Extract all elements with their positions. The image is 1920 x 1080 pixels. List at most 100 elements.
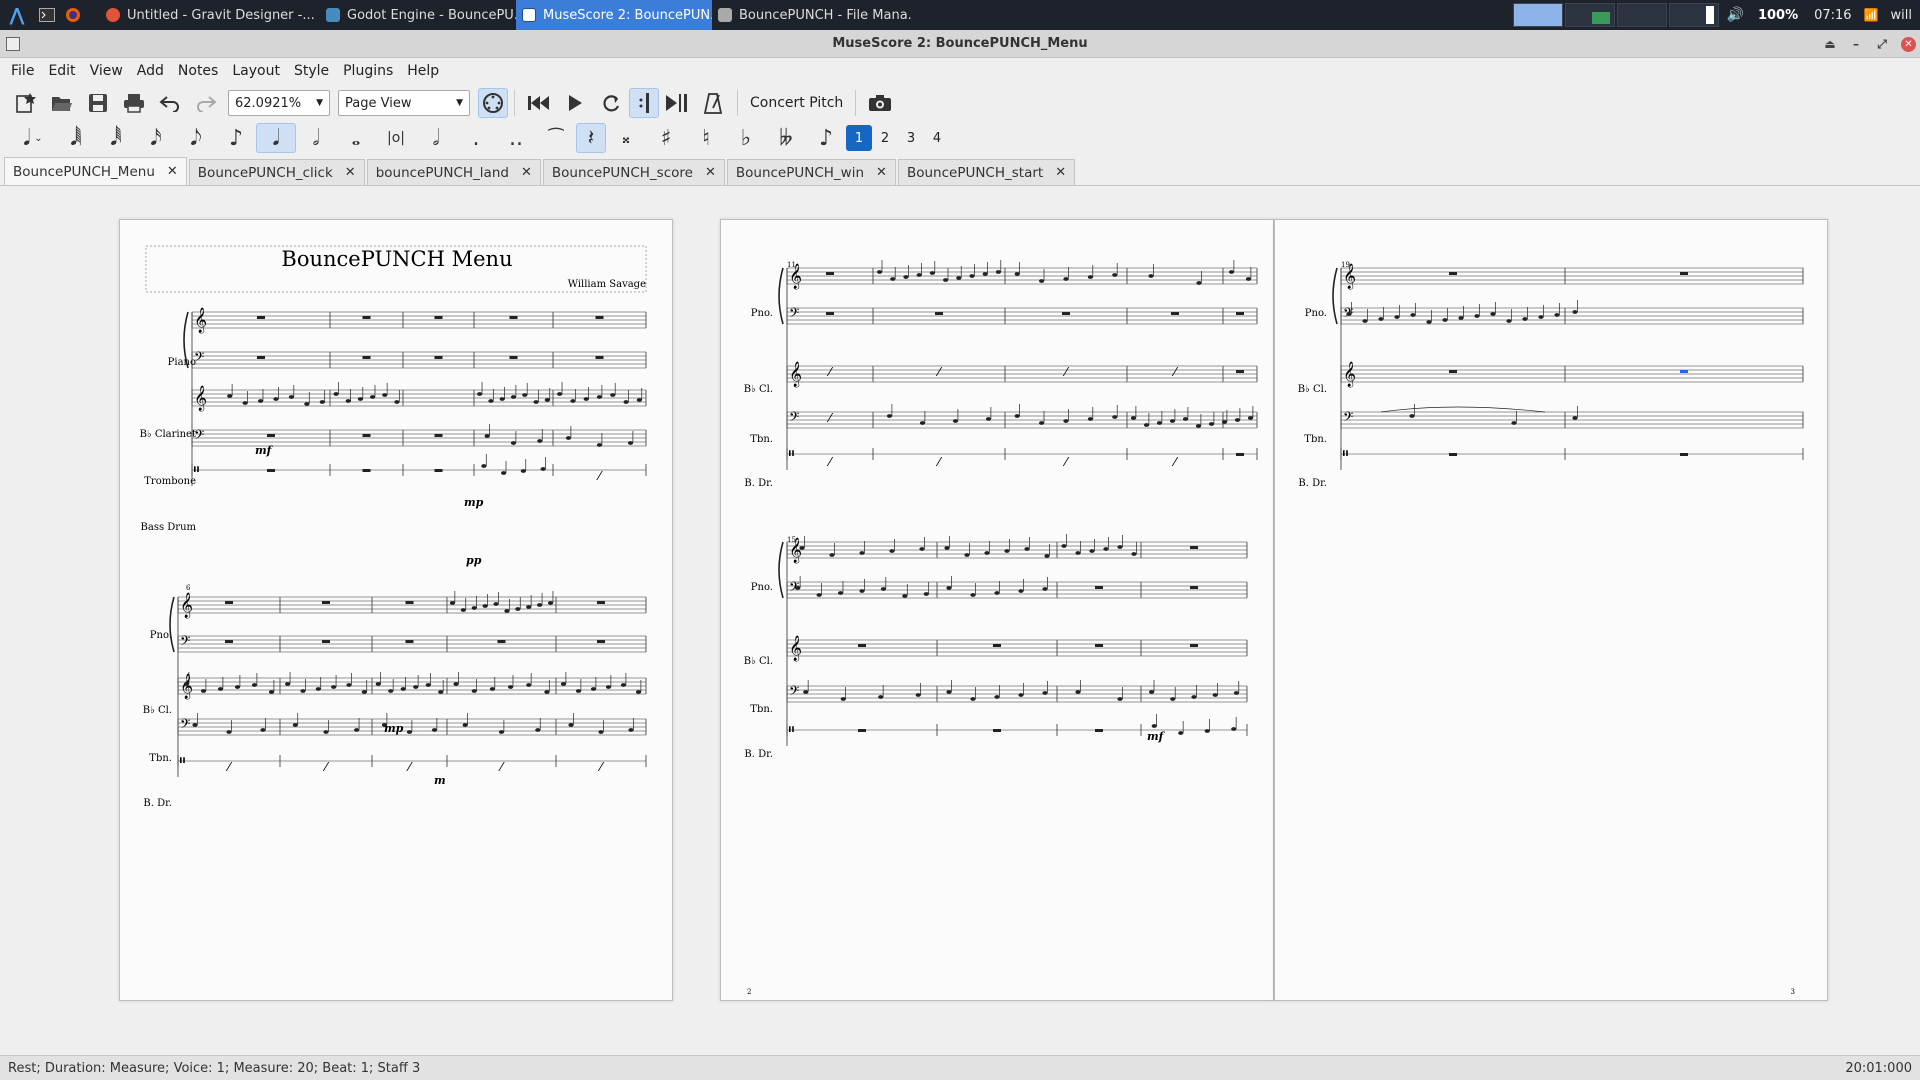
volume-icon[interactable]: 🔊 — [1721, 7, 1750, 23]
camera-icon[interactable] — [862, 88, 898, 118]
maximize-icon[interactable]: ⤢ — [1869, 37, 1895, 52]
metronome-icon[interactable] — [695, 88, 731, 118]
whole-rest — [1062, 312, 1070, 315]
percussion-clef: 𝄥 — [180, 751, 185, 770]
sharp-icon[interactable]: ♯ — [646, 123, 686, 153]
tab-bouncepunch-win[interactable]: BouncePUNCH_win ✕ — [726, 159, 896, 185]
window-title: MuseScore 2: BouncePUNCH_Menu — [832, 36, 1088, 51]
flat-icon[interactable]: ♭ — [726, 123, 766, 153]
midi-input-icon[interactable] — [478, 88, 508, 118]
flip-direction-icon[interactable]: ♪ — [806, 123, 846, 153]
loop-icon[interactable] — [593, 88, 629, 118]
duration-breve-icon[interactable]: |o| — [376, 123, 416, 153]
app-launcher-icon[interactable]: ⋀ — [0, 0, 34, 30]
menu-help[interactable]: Help — [400, 63, 446, 79]
task-gravit[interactable]: Untitled - Gravit Designer -... — [100, 0, 320, 30]
score-page-3[interactable]: 19 Pno. B♭ Cl. Tbn. B. Dr. 𝄞𝄢𝄞𝄢𝄥 3 — [1274, 219, 1828, 1001]
rest-icon[interactable]: 𝄽 — [576, 123, 606, 153]
redo-icon[interactable] — [188, 88, 224, 118]
loop-in-icon[interactable] — [629, 88, 659, 118]
tab-bouncepunch-start[interactable]: BouncePUNCH_start ✕ — [897, 159, 1076, 185]
rewind-icon[interactable] — [521, 88, 557, 118]
score-page-1[interactable]: BouncePUNCH Menu William Savage Piano B♭… — [119, 219, 673, 1001]
tab-bouncepunch-click[interactable]: BouncePUNCH_click ✕ — [188, 159, 365, 185]
task-godot[interactable]: Godot Engine - BouncePU... — [320, 0, 516, 30]
firefox-icon[interactable] — [60, 0, 86, 30]
voice-1-button[interactable]: 1 — [846, 125, 872, 151]
note-input-mode-icon[interactable]: 𝅘𝅥 ⌄ — [10, 123, 56, 153]
view-mode-select[interactable]: Page View ▼ — [338, 90, 470, 116]
double-dot-icon[interactable]: .. — [496, 123, 536, 153]
zoom-select[interactable]: 62.0921% ▼ — [228, 90, 330, 116]
menu-add[interactable]: Add — [130, 63, 171, 79]
menu-notes[interactable]: Notes — [171, 63, 225, 79]
voice-3-button[interactable]: 3 — [898, 125, 924, 151]
notehead — [1143, 423, 1150, 427]
concert-pitch-toggle[interactable]: Concert Pitch — [744, 95, 849, 111]
tab-bouncepunch-menu[interactable]: BouncePUNCH_Menu ✕ — [4, 157, 187, 185]
selected-rest[interactable] — [1680, 370, 1688, 373]
print-icon[interactable] — [116, 88, 152, 118]
task-file-manager[interactable]: BouncePUNCH - File Mana... — [712, 0, 912, 30]
close-icon[interactable]: ✕ — [167, 164, 178, 179]
workspace-3[interactable] — [1616, 3, 1667, 27]
duration-eighth-icon[interactable]: 𝅘𝅥𝅮 — [176, 123, 216, 153]
duration-half-icon[interactable]: 𝅗𝅥 — [296, 123, 336, 153]
menu-edit[interactable]: Edit — [41, 63, 82, 79]
loop-out-icon[interactable] — [659, 88, 695, 118]
menu-view[interactable]: View — [83, 63, 130, 79]
play-icon[interactable] — [557, 88, 593, 118]
workspace-4[interactable] — [1668, 3, 1719, 27]
tab-bouncepunch-land[interactable]: bouncePUNCH_land ✕ — [366, 159, 541, 185]
notehead — [1554, 313, 1560, 317]
double-sharp-icon[interactable]: 𝄪 — [606, 123, 646, 153]
notehead — [504, 609, 510, 613]
workspace-2[interactable] — [1564, 3, 1615, 27]
double-flat-icon[interactable]: 𝄫 — [766, 123, 806, 153]
duration-whole-icon[interactable]: 𝅝 — [336, 123, 376, 153]
voice-4-button[interactable]: 4 — [924, 125, 950, 151]
close-icon[interactable]: ✕ — [521, 165, 532, 180]
open-icon[interactable] — [44, 88, 80, 118]
duration-eighth-alt-icon[interactable]: ♪ — [216, 123, 256, 153]
page1-notation: BouncePUNCH Menu William Savage Piano B♭… — [140, 245, 647, 809]
notehead — [943, 278, 949, 282]
tie-icon[interactable]: ⁀ — [536, 123, 576, 153]
augmentation-dot-icon[interactable]: . — [456, 123, 496, 153]
duration-16th-icon[interactable]: 𝅘𝅥𝅯 — [136, 123, 176, 153]
duration-quarter-icon[interactable]: 𝅘𝅥 — [256, 123, 296, 153]
user-name[interactable]: will — [1883, 8, 1920, 23]
workspace-1[interactable] — [1512, 3, 1563, 27]
minimize-icon[interactable]: – — [1843, 37, 1869, 51]
tab-bouncepunch-score[interactable]: BouncePUNCH_score ✕ — [542, 159, 725, 185]
menu-layout[interactable]: Layout — [225, 63, 287, 79]
notehead — [570, 399, 576, 403]
duration-64th-icon[interactable]: 𝅘𝅥𝅲 — [56, 123, 96, 153]
menu-file[interactable]: File — [4, 63, 41, 79]
task-musescore[interactable]: MuseScore 2: BouncePUN... — [516, 0, 712, 30]
menu-plugins[interactable]: Plugins — [336, 63, 400, 79]
save-icon[interactable] — [80, 88, 116, 118]
undo-icon[interactable] — [152, 88, 188, 118]
close-icon[interactable]: ✕ — [345, 165, 356, 180]
natural-icon[interactable]: ♮ — [686, 123, 726, 153]
new-score-icon[interactable] — [8, 88, 44, 118]
close-icon[interactable]: ✕ — [705, 165, 716, 180]
score-page-2[interactable]: 11 Pno. B♭ Cl. Tbn. B. Dr. 𝄞 𝄢 𝄞 𝄢 𝄥 ⁄ ⁄ ⁄ ⁄ ⁄ ⁄ ⁄ ⁄… — [720, 219, 1274, 1001]
notehead — [1044, 554, 1050, 558]
notehead — [1228, 270, 1235, 274]
duration-longa-icon[interactable]: 𝅗𝅥 — [416, 123, 456, 153]
instrument-bcl: B♭ Cl. — [744, 384, 773, 395]
close-icon[interactable]: ✕ — [1055, 165, 1066, 180]
notehead — [984, 551, 990, 555]
whole-rest — [405, 601, 414, 604]
shade-icon[interactable]: ⏏ — [1817, 37, 1843, 51]
wifi-icon[interactable]: 📶 — [1860, 8, 1883, 22]
voice-2-button[interactable]: 2 — [872, 125, 898, 151]
close-icon[interactable]: ✕ — [1901, 36, 1916, 52]
close-icon[interactable]: ✕ — [876, 165, 887, 180]
duration-32nd-icon[interactable]: 𝅘𝅥𝅱 — [96, 123, 136, 153]
score-canvas[interactable]: BouncePUNCH Menu William Savage Piano B♭… — [0, 187, 1920, 1055]
terminal-icon[interactable] — [34, 0, 60, 30]
menu-style[interactable]: Style — [287, 63, 336, 79]
